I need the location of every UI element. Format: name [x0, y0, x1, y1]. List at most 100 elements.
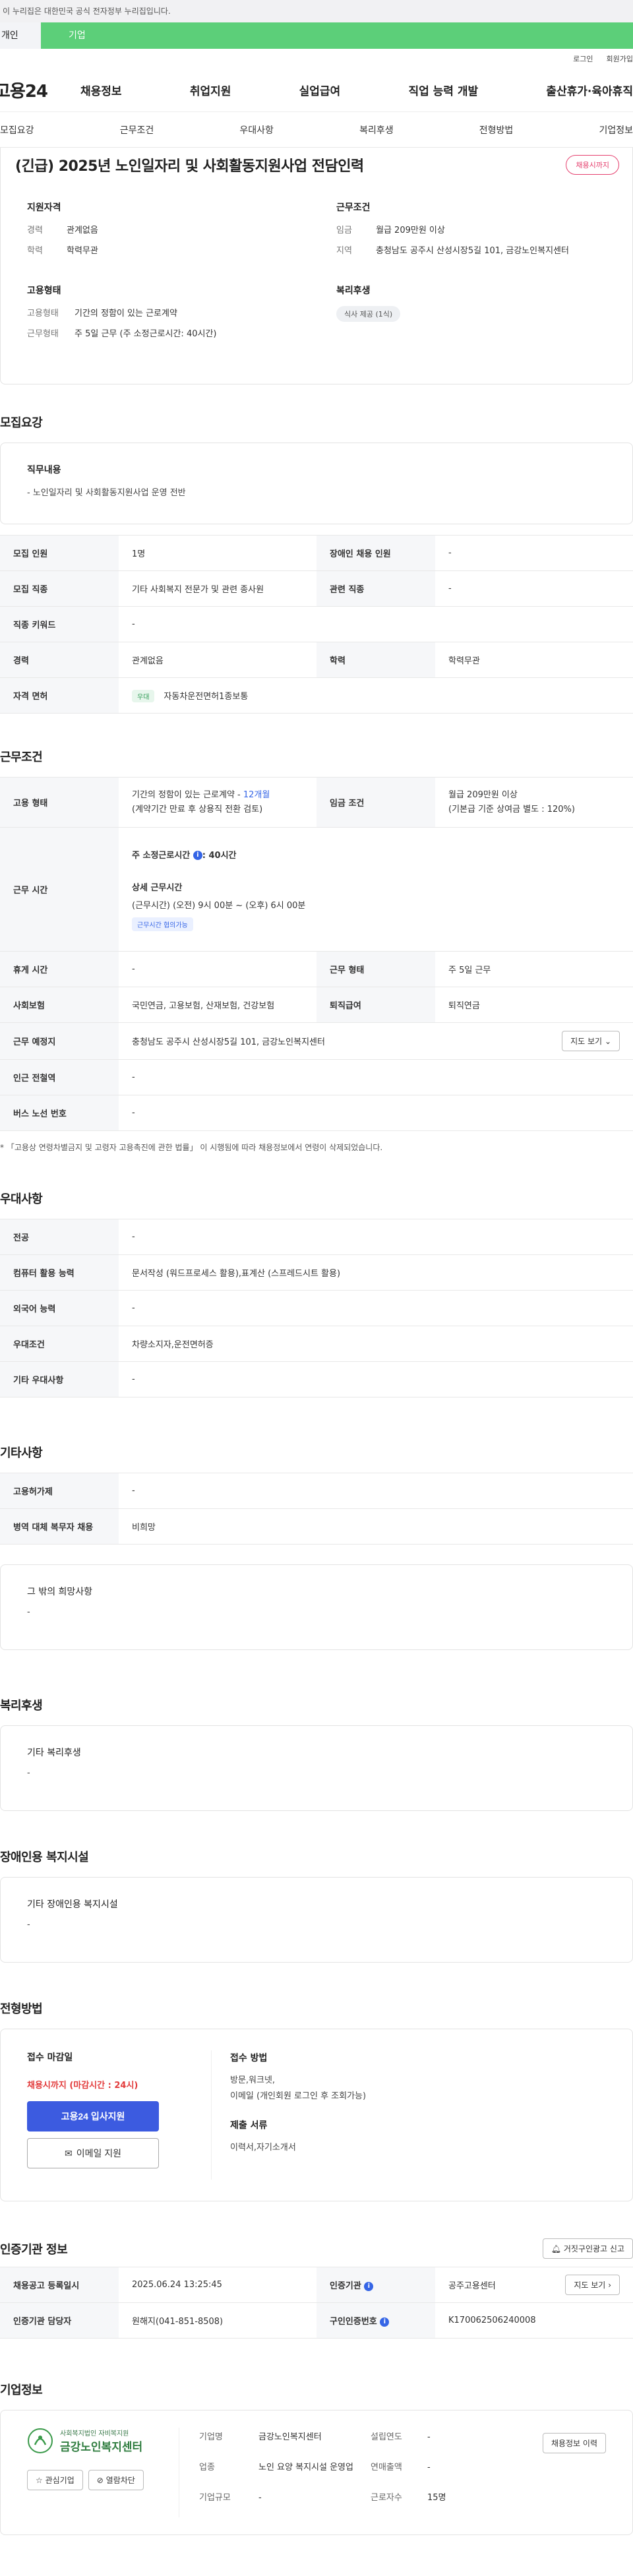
table-row: 근무 예정지 충청남도 공주시 산성시장5길 101, 금강노인복지센터 지도 …	[0, 1022, 633, 1060]
favorite-company-button[interactable]: ☆ 관심기업	[27, 2470, 83, 2490]
map-view-button[interactable]: 지도 보기 ⌄	[562, 1031, 620, 1051]
company-logo: 사회복지법인 자비복지원 금강노인복지센터	[27, 2428, 179, 2454]
info-icon[interactable]: i	[193, 851, 202, 860]
gnb-job-training[interactable]: 직업 능력 개발	[408, 82, 478, 98]
row-value: 차량소지자,운전면허증	[119, 1326, 633, 1362]
agency-label: 인증기관	[330, 2281, 361, 2291]
row-value: 충청남도 공주시 산성시장5길 101, 금강노인복지센터 지도 보기 ⌄	[119, 1022, 633, 1060]
row-label: 외국어 능력	[0, 1290, 119, 1326]
tab-company[interactable]: 기업	[41, 22, 633, 49]
table-row: 고용 형태 기간의 정함이 있는 근로계약 - 12개월 (계약기간 만료 후 …	[0, 777, 633, 828]
preferred-tag: 우대	[132, 689, 155, 702]
info-icon[interactable]: i	[364, 2281, 374, 2291]
subnav-recruit[interactable]: 모집요강	[0, 123, 34, 137]
table-row: 병역 대체 복무자 채용 비희망	[0, 1508, 633, 1545]
map-view-label: 지도 보기	[570, 1037, 603, 1046]
row-label: 인근 전철역	[0, 1059, 119, 1095]
row-value: 관계없음	[119, 642, 316, 678]
detail-hours-title: 상세 근무시간	[132, 882, 183, 893]
email-apply-label: 이메일 지원	[76, 2148, 122, 2159]
duty-card: 직무내용 - 노인일자리 및 사회활동지원사업 운영 전반	[0, 443, 633, 524]
founded-year: -	[427, 2432, 431, 2442]
conditions-block: 근무조건 임금 월급 209만원 이상 지역 충청남도 공주시 산성시장5길 101…	[336, 200, 619, 264]
email-apply-button[interactable]: ✉ 이메일 지원	[27, 2138, 159, 2168]
table-row: 인근 전철역 -	[0, 1059, 633, 1095]
qual-label: 학력	[27, 246, 43, 256]
employees-label: 근로자수	[371, 2493, 402, 2503]
welfare-summary-title: 복리후생	[336, 286, 371, 296]
etc-wish-card: 그 밖의 희망사항 -	[0, 1564, 633, 1650]
gnb-unemployment-benefit[interactable]: 실업급여	[299, 82, 341, 98]
row-value: -	[119, 1361, 633, 1397]
disabled-section-title: 장애인용 복지시설	[0, 1851, 89, 1864]
wage-note: (기본급 기준 상여금 별도 : 120%)	[448, 804, 575, 814]
chevron-down-icon: ⌄	[604, 1037, 611, 1046]
gnb-jobs[interactable]: 채용정보	[80, 82, 122, 98]
info-icon[interactable]: i	[380, 2317, 390, 2327]
row-value: -	[435, 570, 633, 607]
employment-block: 고용형태 고용형태 기간의 정함이 있는 근로계약 근무형태 주 5일 근무 (주 …	[27, 284, 310, 347]
subnav-welfare[interactable]: 복리후생	[359, 123, 394, 137]
disabled-card-title: 기타 장애인용 복지시설	[27, 1899, 118, 1910]
row-label: 컴퓨터 활용 능력	[0, 1254, 119, 1291]
company-section-title: 기업정보	[0, 2383, 43, 2397]
subnav-selection[interactable]: 전형방법	[479, 123, 514, 137]
row-value: -	[119, 1219, 633, 1255]
hiring-history-button[interactable]: 채용정보 이력	[542, 2433, 606, 2453]
table-row: 채용공고 등록일시 2025.06.24 13:25:45 인증기관 i 공주고…	[0, 2267, 633, 2303]
gnb-employment-support[interactable]: 취업지원	[190, 82, 231, 98]
detail-hours-text: (근무시간) (오전) 9시 00분 ~ (오후) 6시 00분	[132, 900, 306, 911]
gnb-parental-leave[interactable]: 출산휴가·육아휴직	[546, 82, 633, 98]
method-text: 방문,워크넷,	[230, 2075, 276, 2085]
employees-value: 15명	[427, 2493, 446, 2503]
block-view-button[interactable]: ⊘ 열람차단	[88, 2470, 144, 2490]
agency-map-button[interactable]: 지도 보기 ›	[565, 2275, 620, 2295]
report-fake-ad-button[interactable]: 🔔︎ 거짓구인광고 신고	[542, 2238, 633, 2259]
tab-personal[interactable]: 개인	[0, 22, 41, 49]
section-subnav: 모집요강 근무조건 우대사항 복리후생 전형방법 기업정보	[0, 112, 633, 148]
row-label: 우대조건	[0, 1326, 119, 1362]
etc-wish-text: -	[27, 1607, 30, 1617]
company-biz: 노인 요양 복지시설 운영업	[258, 2463, 353, 2472]
subnav-company[interactable]: 기업정보	[599, 123, 633, 137]
subnav-work[interactable]: 근무조건	[120, 123, 154, 137]
job-summary-card: (긴급) 2025년 노인일자리 및 사회활동지원사업 전담인력 채용시까지 지…	[0, 148, 633, 384]
global-nav: 고용24 채용정보 취업지원 실업급여 직업 능력 개발 출산휴가·육아휴직	[0, 69, 633, 112]
row-label: 장애인 채용 인원	[316, 535, 435, 571]
block-icon: ⊘	[96, 2476, 104, 2485]
company-size: -	[258, 2493, 262, 2503]
signup-link[interactable]: 회원가입	[607, 53, 633, 64]
row-label: 근무 시간	[0, 827, 119, 952]
apply-button[interactable]: 고용24 입사지원	[27, 2101, 159, 2131]
qual-value: 학력무관	[67, 246, 98, 256]
pref-table: 전공 - 컴퓨터 활용 능력 문서작성 (워드프로세스 활용),표계산 (스프레드시…	[0, 1219, 633, 1397]
table-row: 우대조건 차량소지자,운전면허증	[0, 1326, 633, 1362]
table-row: 모집 인원 1명 장애인 채용 인원 -	[0, 535, 633, 571]
welfare-card-title: 기타 복리후생	[27, 1748, 81, 1758]
emp-value: 기간의 정함이 있는 근로계약	[75, 309, 177, 319]
report-label: 거짓구인광고 신고	[563, 2244, 624, 2254]
table-row: 고용허가제 -	[0, 1473, 633, 1509]
negotiable-tag: 근무시간 협의가능	[132, 917, 193, 931]
agency-name: 공주고용센터	[448, 2281, 496, 2291]
row-value: K170062506240008	[435, 2302, 633, 2339]
row-label: 모집 직종	[0, 570, 119, 607]
site-logo[interactable]: 고용24	[0, 78, 80, 102]
row-label: 퇴직급여	[316, 987, 435, 1023]
company-logo-name: 금강노인복지센터	[60, 2441, 143, 2454]
selection-section-title: 전형방법	[0, 2002, 43, 2016]
block-label: 열람차단	[106, 2476, 135, 2485]
login-link[interactable]: 로그인	[573, 53, 593, 64]
row-value: 기타 사회복지 전문가 및 관련 종사원	[119, 570, 316, 607]
subnav-pref[interactable]: 우대사항	[239, 123, 274, 137]
agency-table: 채용공고 등록일시 2025.06.24 13:25:45 인증기관 i 공주고…	[0, 2267, 633, 2339]
disabled-card: 기타 장애인용 복지시설 -	[0, 1877, 633, 1963]
row-label: 임금 조건	[316, 777, 435, 828]
row-label: 인증기관 i	[316, 2267, 435, 2303]
welfare-summary-block: 복리후생 식사 제공 (1식)	[336, 284, 619, 347]
welfare-card: 기타 복리후생 -	[0, 1725, 633, 1811]
row-label: 근무 예정지	[0, 1022, 119, 1060]
wage-text: 월급 209만원 이상	[448, 789, 518, 800]
row-label: 휴게 시간	[0, 951, 119, 987]
row-label: 인증기관 담당자	[0, 2302, 119, 2339]
